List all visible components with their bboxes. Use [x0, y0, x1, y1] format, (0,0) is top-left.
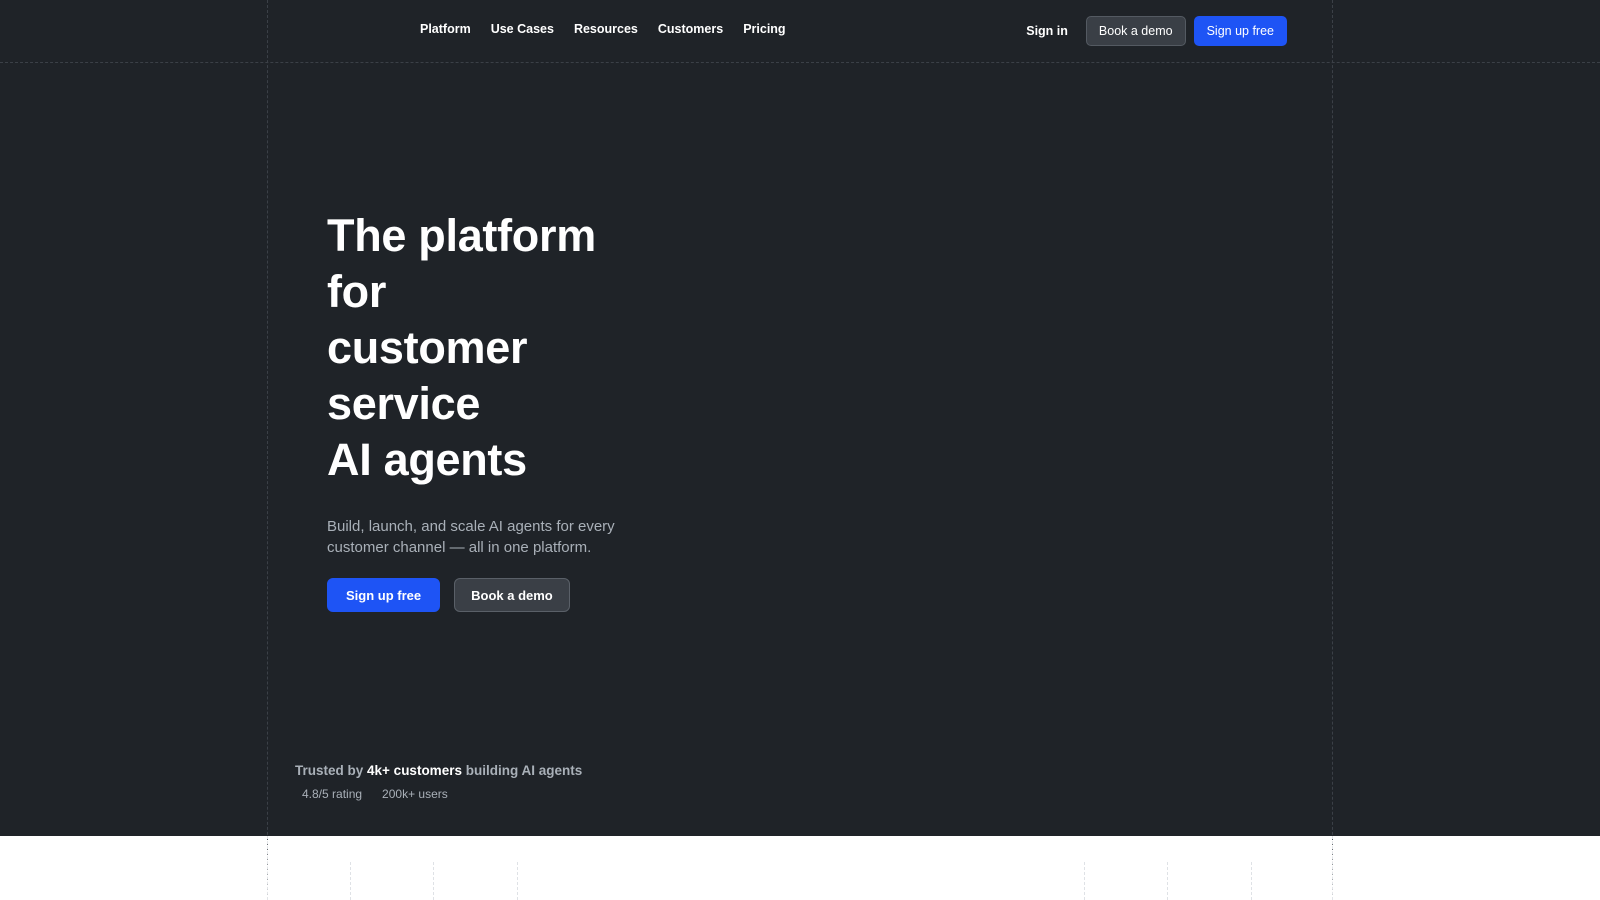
headline-line: service [327, 378, 481, 429]
book-demo-button[interactable]: Book a demo [454, 578, 570, 612]
grid-line [1332, 836, 1333, 900]
rating-stat: 4.8/5 rating [302, 787, 363, 801]
sign-up-button[interactable]: Sign up free [327, 578, 441, 612]
grid-line-right [1332, 0, 1333, 900]
headline-line: customer [327, 322, 528, 373]
headline-line: The platform [327, 210, 596, 261]
hero-headline: The platform for customer service AI age… [327, 208, 687, 488]
nav-link-pricing[interactable]: Pricing [743, 22, 785, 36]
grid-line [267, 836, 268, 900]
hero-subtitle: Build, launch, and scale AI agents for e… [327, 518, 615, 556]
nav-links: Platform Use Cases Resources Customers P… [420, 22, 786, 36]
nav-link-resources[interactable]: Resources [574, 22, 638, 36]
trust-prefix: Trusted by [295, 763, 364, 778]
top-navigation: Platform Use Cases Resources Customers P… [0, 0, 1600, 62]
headline-line: for [327, 266, 387, 317]
book-demo-button-header[interactable]: Book a demo [1085, 16, 1186, 46]
sign-up-button-header[interactable]: Sign up free [1193, 16, 1287, 46]
hero-background [0, 0, 1600, 836]
trust-suffix: building AI agents [465, 763, 583, 778]
hero-cta-group: Sign up free Book a demo [327, 578, 687, 612]
grid-line [350, 862, 351, 900]
nav-link-use-cases[interactable]: Use Cases [491, 22, 554, 36]
nav-actions: Sign in Book a demo Sign up free [1026, 16, 1287, 46]
grid-line [1084, 862, 1085, 900]
nav-link-platform[interactable]: Platform [420, 22, 471, 36]
sign-in-link[interactable]: Sign in [1026, 24, 1068, 38]
grid-line [1251, 862, 1252, 900]
trust-statement: Trusted by 4k+ customers building AI age… [295, 763, 582, 778]
grid-line [517, 862, 518, 900]
grid-line [433, 862, 434, 900]
header-divider [0, 62, 1600, 63]
trust-highlight: 4k+ customers [367, 763, 462, 778]
headline-line: AI agents [327, 434, 527, 485]
nav-link-customers[interactable]: Customers [658, 22, 723, 36]
trust-section: Trusted by 4k+ customers building AI age… [295, 763, 582, 801]
trust-stats: 4.8/5 rating 200k+ users [295, 787, 582, 801]
grid-line [1167, 862, 1168, 900]
hero-section: The platform for customer service AI age… [327, 208, 687, 612]
users-stat: 200k+ users [382, 787, 448, 801]
grid-line-left [267, 0, 268, 900]
